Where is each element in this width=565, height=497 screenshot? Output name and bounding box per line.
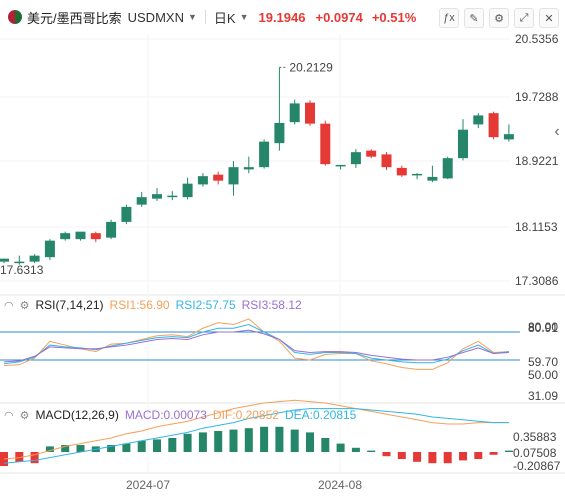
rsi1-value: RSI1:56.90: [109, 298, 170, 312]
candle-body: [427, 176, 438, 181]
macd-histogram-bar: [382, 452, 391, 457]
rsi2-line: [3, 324, 509, 365]
macd-histogram-bar: [428, 452, 437, 464]
rsi-title: RSI(7,14,21): [35, 298, 104, 312]
rsi-axis-label: 80.91: [528, 321, 558, 335]
macd-axis-label: -0.20867: [513, 459, 561, 473]
macd-histogram-bar: [290, 429, 299, 452]
candle-body: [167, 195, 178, 198]
price-axis-label: 18.1153: [515, 220, 558, 234]
candle-body: [458, 129, 468, 159]
macd-histogram-bar: [198, 432, 207, 452]
candle-body: [243, 167, 254, 170]
rsi-axis-label: 50.00: [528, 368, 558, 382]
candle-body: [366, 150, 377, 157]
macd-histogram-bar: [413, 452, 422, 462]
macd-histogram-bar: [443, 452, 452, 464]
macd-histogram-bar: [168, 438, 177, 452]
candle-body: [259, 141, 270, 168]
macd-histogram-bar: [489, 452, 498, 455]
macd-histogram-bar: [76, 445, 85, 452]
macd-histogram-bar: [351, 447, 360, 452]
candle-body: [350, 152, 361, 165]
rsi-axis-label: 59.70: [528, 355, 558, 369]
indicator-settings-icon[interactable]: ⚙: [20, 409, 30, 422]
candle-body: [182, 183, 193, 198]
time-axis-label: 2024-07: [126, 478, 170, 492]
candle-body: [121, 206, 132, 222]
candle-body: [90, 233, 101, 240]
price-axis-label: 18.9221: [515, 154, 559, 168]
candle-body: [488, 113, 499, 138]
candle-body: [197, 176, 208, 185]
candle-body: [213, 174, 224, 181]
hide-indicator-icon[interactable]: ◠: [4, 299, 14, 312]
candle-body: [152, 194, 162, 199]
macd-histogram-bar: [153, 439, 161, 452]
low-annotation: 17.6313: [0, 263, 44, 277]
chart-canvas[interactable]: 20.5356 19.7288 18.9221 18.1153 17.3086 20.21…: [0, 0, 565, 497]
candle-body: [473, 115, 484, 125]
hide-indicator-icon[interactable]: ◠: [4, 409, 14, 422]
candle-body: [412, 173, 423, 176]
candle-body: [274, 122, 285, 144]
macd-histogram-bar: [260, 426, 269, 452]
macd-histogram-bar: [474, 452, 483, 459]
candle-body: [381, 154, 392, 168]
high-annotation: 20.2129: [289, 60, 333, 74]
candle-body: [396, 167, 407, 176]
rsi2-value: RSI2:57.75: [175, 298, 236, 312]
candle-body: [289, 103, 300, 123]
dif-value: DIF:0.20852: [212, 408, 279, 422]
macd-histogram-bar: [275, 426, 284, 452]
macd-histogram-bar: [229, 429, 238, 452]
rsi-axis-label: 31.09: [528, 389, 558, 403]
dea-value: DEA:0.20815: [284, 408, 357, 422]
rsi-legend: ◠ ⚙ RSI(7,14,21) RSI1:56.90 RSI2:57.75 R…: [4, 298, 302, 312]
macd-histogram-bar: [244, 428, 253, 452]
rsi3-line: [3, 329, 509, 363]
macd-histogram-bar: [397, 452, 406, 459]
candle-body: [106, 221, 117, 238]
macd-axis-label: 0.35883: [513, 430, 557, 444]
macd-histogram-bar: [183, 433, 192, 452]
macd-histogram-bar: [504, 450, 513, 452]
macd-histogram-bar: [367, 450, 376, 452]
indicator-settings-icon[interactable]: ⚙: [20, 299, 30, 312]
candle-body: [29, 255, 40, 262]
macd-value: MACD:0.00073: [124, 408, 207, 422]
macd-histogram-bar: [214, 431, 223, 452]
macd-title: MACD(12,26,9): [35, 408, 119, 422]
macd-histogram-bar: [321, 438, 330, 452]
macd-histogram-bar: [122, 443, 131, 452]
candle-body: [320, 123, 331, 165]
macd-histogram-bar: [306, 432, 314, 452]
candle-body: [305, 102, 315, 124]
candle-body: [75, 231, 86, 240]
candle-body: [442, 158, 453, 179]
candle-body: [136, 197, 147, 205]
time-axis-label: 2024-08: [318, 478, 362, 492]
price-axis-label: 17.3086: [515, 274, 559, 288]
candle-body: [44, 240, 55, 258]
rsi3-value: RSI3:58.12: [241, 298, 302, 312]
candle-body: [0, 258, 9, 262]
candle-body: [228, 167, 239, 185]
candle-body: [60, 233, 71, 240]
macd-legend: ◠ ⚙ MACD(12,26,9) MACD:0.00073 DIF:0.208…: [4, 408, 356, 422]
macd-axis-label: 0.07508: [513, 446, 557, 460]
price-axis-label: 20.5356: [515, 32, 559, 46]
price-axis-label: 19.7288: [515, 90, 559, 104]
collapse-panel-icon[interactable]: ‹: [549, 118, 565, 146]
macd-histogram-bar: [459, 452, 467, 461]
macd-histogram-bar: [137, 440, 146, 452]
macd-histogram-bar: [336, 443, 345, 452]
rsi1-line: [3, 318, 509, 370]
candle-body: [503, 134, 514, 140]
candle-body: [335, 164, 346, 167]
